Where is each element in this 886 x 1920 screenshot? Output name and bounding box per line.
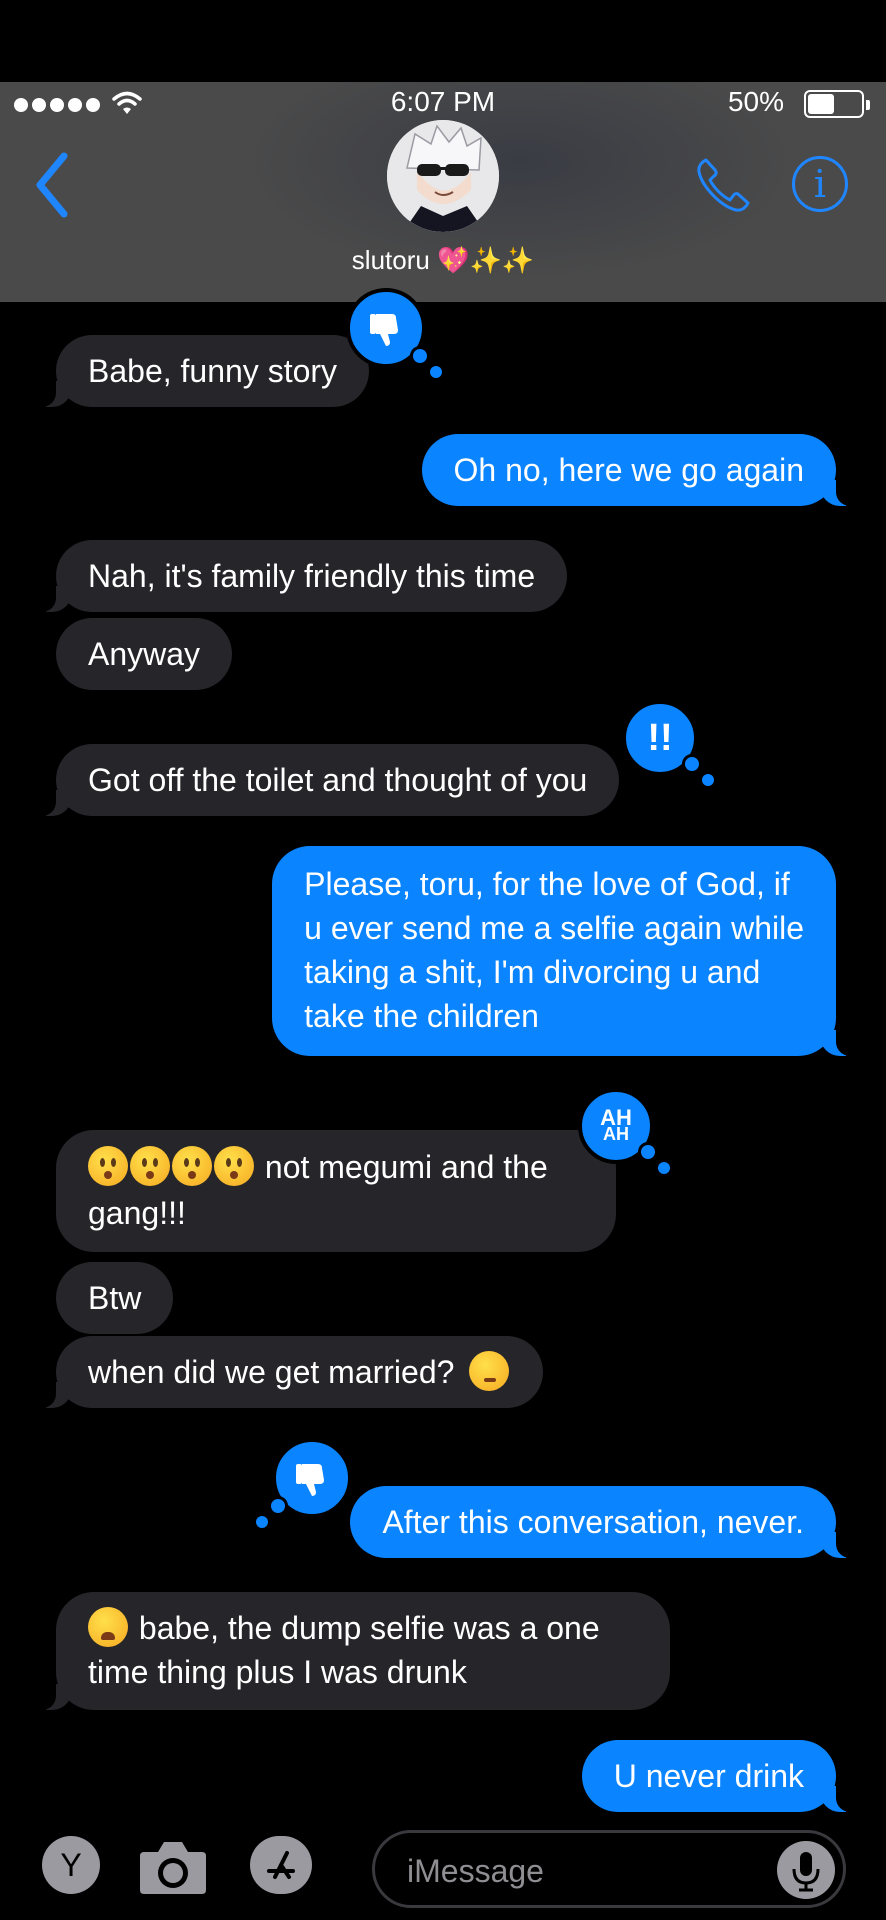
battery-percent: 50% [727,86,784,117]
message-bubble-incoming[interactable]: Nah, it's family friendly this time [33,540,568,612]
message-bubble-incoming[interactable]: when did we get married? [33,1336,544,1408]
message-text: not megumi and the gang!!! [88,1144,584,1236]
info-icon[interactable]: i [792,156,848,212]
message-bubble-outgoing[interactable]: After this conversation, never. [350,1486,858,1558]
message-bubble-outgoing[interactable]: Please, toru, for the love of God, if u … [272,846,858,1056]
battery-icon [804,90,870,118]
message-line: u ever send me a selfie again while [304,910,804,946]
crying-face-emoji-icon [88,1607,128,1647]
compose-toolbar: Y iMessage [0,1820,886,1920]
thumbs-down-icon [370,314,398,346]
message-bubble-incoming[interactable]: babe, the dump selfie was a one time thi… [34,1592,670,1710]
message-text: After this conversation, never. [382,1504,804,1540]
app-store-icon [267,1851,295,1879]
app-drawer-letter: Y [60,1846,82,1883]
message-line: taking a shit, I'm divorcing u and [304,954,761,990]
message-line: Please, toru, for the love of God, if [304,866,790,902]
message-bubble-outgoing[interactable]: U never drink [581,1740,859,1812]
app-drawer-button[interactable]: Y [42,1836,100,1894]
contact-name-text: slutoru [351,245,430,275]
message-line: take the children [304,998,539,1034]
message-text: Btw [88,1280,142,1316]
message-bubble-incoming[interactable]: Babe, funny story [33,335,370,407]
message-bubble-outgoing[interactable]: Oh no, here we go again [421,434,859,506]
contact-name[interactable]: slutoru 💖✨✨ [0,245,886,276]
message-text: Oh no, here we go again [453,452,804,488]
thumbs-down-icon [296,1464,324,1496]
message-text: babe, the dump selfie was a one time thi… [88,1606,638,1694]
phone-call-icon[interactable] [692,154,754,216]
reaction-haha-bottom: AH [603,1124,629,1144]
message-text: Anyway [88,636,201,672]
kissing-face-emoji-icon [88,1146,128,1186]
kissing-face-emoji-icon [130,1146,170,1186]
message-text: U never drink [613,1758,804,1794]
message-text: Please, toru, for the love of God, if u … [304,862,804,1038]
imessage-input[interactable]: iMessage [372,1830,846,1908]
message-text: when did we get married? [88,1354,455,1390]
camera-icon[interactable] [138,1838,208,1896]
message-line: gang!!! [88,1195,186,1231]
message-text: Nah, it's family friendly this time [88,558,536,594]
message-bubble-incoming[interactable]: Anyway [56,618,233,690]
microphone-icon[interactable] [777,1841,835,1899]
message-bubble-incoming[interactable]: Got off the toilet and thought of you [33,744,620,816]
message-line: time thing plus I was drunk [88,1654,467,1690]
contact-name-emojis: 💖✨✨ [437,245,535,275]
mic-glyph [792,1852,820,1892]
back-chevron-icon[interactable] [32,150,72,220]
status-bar: 6:07 PM 50% [0,82,886,124]
reaction-exclamation-icon[interactable]: !! [622,700,714,786]
message-text: Got off the toilet and thought of you [88,762,588,798]
message-bubble-incoming[interactable]: not megumi and the gang!!! [56,1130,616,1252]
reaction-dislike-icon[interactable] [256,1438,352,1528]
kissing-face-emoji-icon [172,1146,212,1186]
reaction-dislike-icon[interactable] [346,288,442,378]
reaction-haha-icon[interactable]: AH AH [578,1088,670,1174]
imessage-placeholder: iMessage [407,1853,544,1889]
app-store-button[interactable] [250,1836,312,1894]
message-line: not megumi and the [264,1149,548,1185]
reaction-exclaim-text: !! [647,716,673,759]
message-line: babe, the dump selfie was a one [138,1610,600,1646]
message-bubble-incoming[interactable]: Btw [56,1262,174,1334]
message-text: Babe, funny story [88,353,338,389]
kissing-face-emoji-icon [214,1146,254,1186]
avatar-illustration [387,120,499,232]
thinking-face-emoji-icon [469,1351,510,1391]
contact-avatar[interactable] [387,120,499,232]
